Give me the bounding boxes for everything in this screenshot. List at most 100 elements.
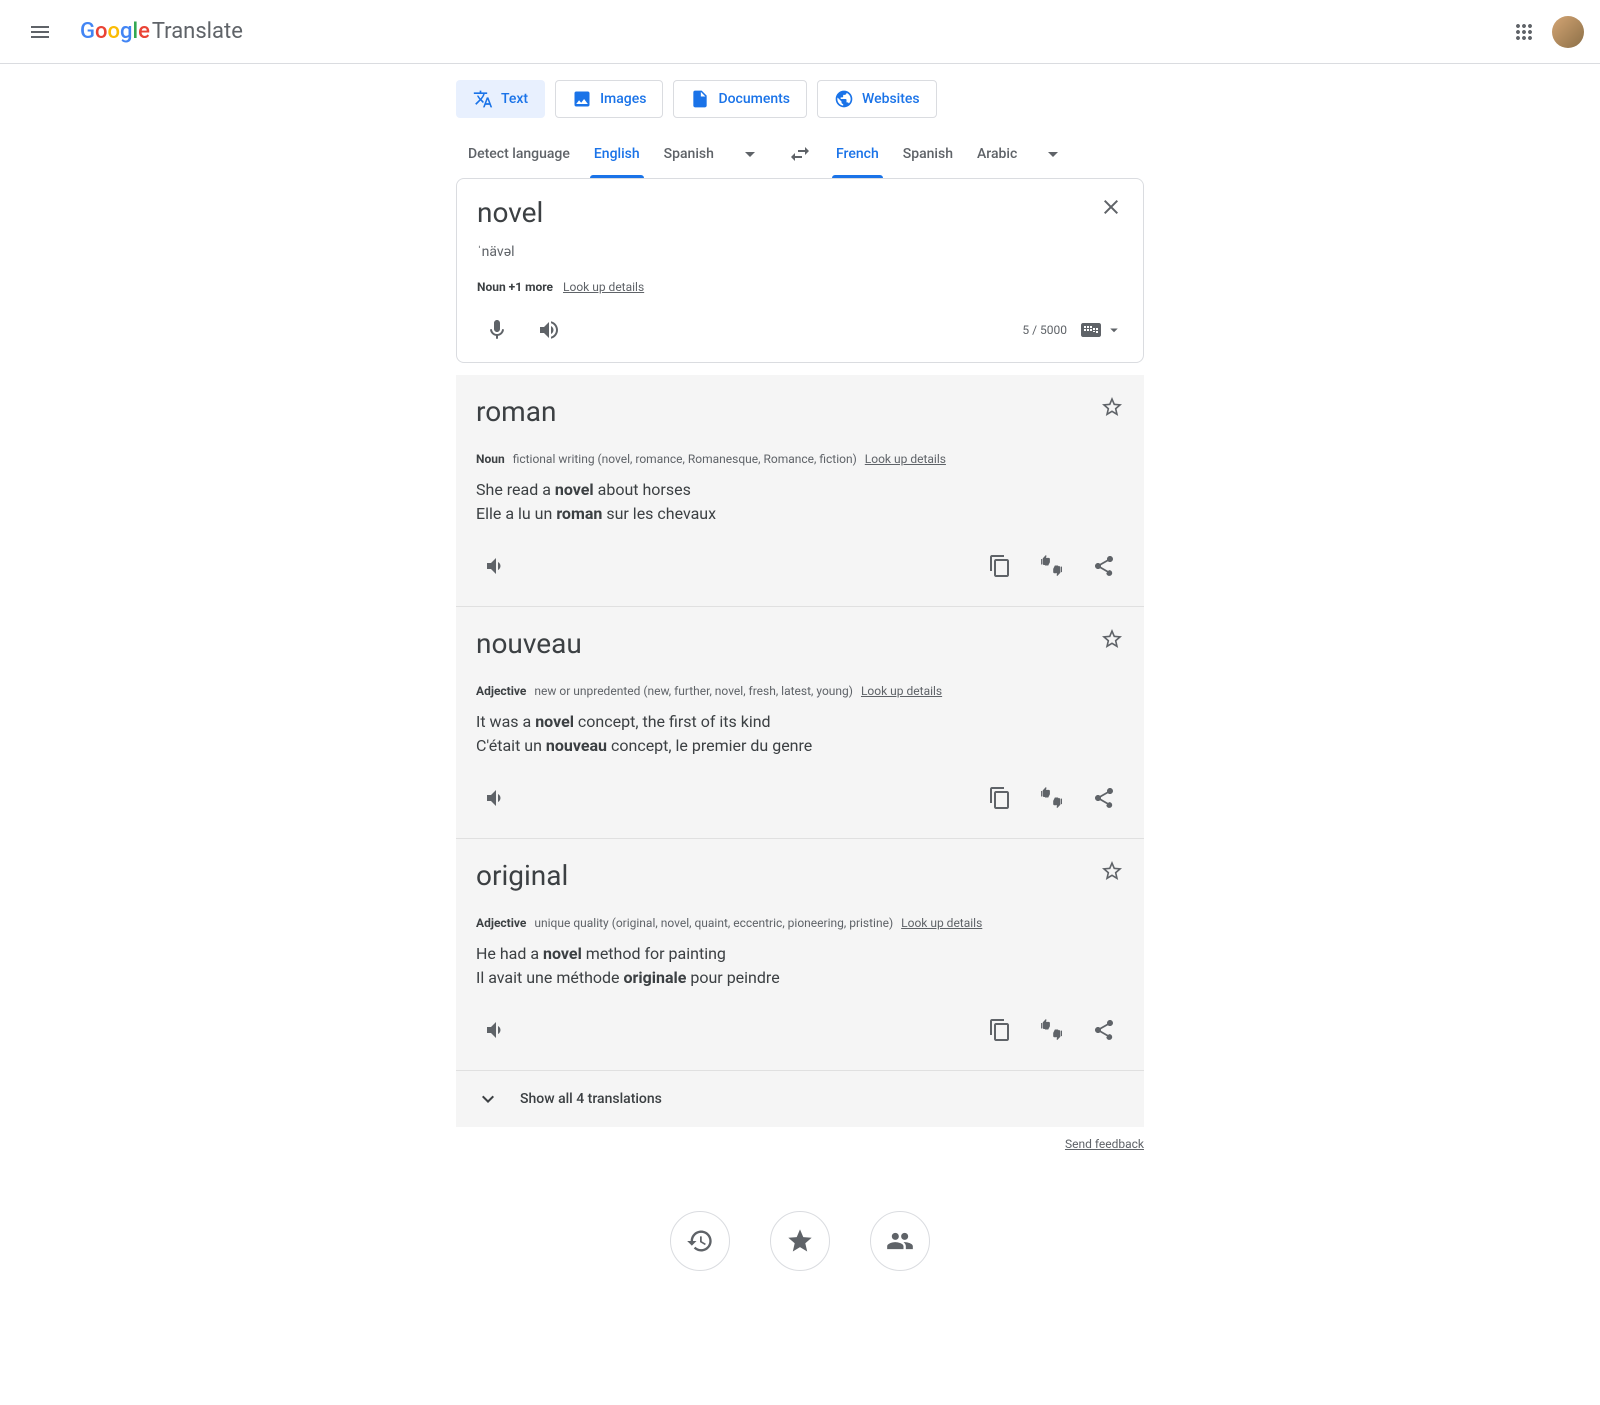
language-selector-row: Detect language English Spanish French S… xyxy=(456,130,1144,178)
target-lang-arabic[interactable]: Arabic xyxy=(965,130,1029,178)
history-icon xyxy=(686,1227,714,1255)
result-desc: new or unpredented (new, further, novel,… xyxy=(534,684,853,698)
clear-input-button[interactable] xyxy=(1099,195,1123,219)
google-apps-button[interactable] xyxy=(1504,12,1544,52)
input-pos-label: Noun +1 more xyxy=(477,280,553,294)
result-pos: Adjective xyxy=(476,684,526,698)
speaker-icon xyxy=(484,1018,508,1042)
header: Google Translate xyxy=(0,0,1600,64)
swap-languages-button[interactable] xyxy=(776,130,824,178)
result-card: roman Noun fictional writing (novel, rom… xyxy=(456,375,1144,607)
rate-translation-button[interactable] xyxy=(1032,1010,1072,1050)
rate-translation-button[interactable] xyxy=(1032,546,1072,586)
star-outline-icon xyxy=(1100,859,1124,883)
translation-word: roman xyxy=(476,395,1124,428)
listen-translation-button[interactable] xyxy=(476,778,516,818)
phonetic-text: ˈnävəl xyxy=(477,243,1123,260)
saved-button[interactable] xyxy=(770,1211,830,1271)
target-lang-dropdown[interactable] xyxy=(1029,130,1077,178)
result-pos: Adjective xyxy=(476,916,526,930)
logo-translate-text: Translate xyxy=(152,19,243,44)
bottom-actions xyxy=(456,1211,1144,1311)
copy-translation-button[interactable] xyxy=(980,546,1020,586)
target-lang-french[interactable]: French xyxy=(824,130,891,178)
input-lookup-link[interactable]: Look up details xyxy=(563,280,644,294)
chevron-down-icon xyxy=(1105,321,1123,339)
user-avatar[interactable] xyxy=(1552,16,1584,48)
share-translation-button[interactable] xyxy=(1084,778,1124,818)
swap-icon xyxy=(788,142,812,166)
keyboard-input-button[interactable] xyxy=(1079,318,1123,342)
translation-word: original xyxy=(476,859,1124,892)
google-translate-logo[interactable]: Google Translate xyxy=(80,19,243,44)
source-lang-dropdown[interactable] xyxy=(726,130,774,178)
save-translation-button[interactable] xyxy=(1100,627,1124,651)
mode-tab-images-label: Images xyxy=(600,91,646,107)
main-menu-button[interactable] xyxy=(16,8,64,56)
image-icon xyxy=(572,89,592,109)
translation-results: roman Noun fictional writing (novel, rom… xyxy=(456,375,1144,1127)
thumbs-icon xyxy=(1040,786,1064,810)
chevron-down-icon xyxy=(476,1087,500,1111)
microphone-icon xyxy=(485,318,509,342)
source-lang-detect[interactable]: Detect language xyxy=(456,130,582,178)
hamburger-icon xyxy=(28,20,52,44)
chevron-down-icon xyxy=(1041,142,1065,166)
contribute-button[interactable] xyxy=(870,1211,930,1271)
copy-icon xyxy=(988,554,1012,578)
copy-icon xyxy=(988,786,1012,810)
mode-tabs: Text Images Documents Websites xyxy=(456,64,1144,130)
rate-translation-button[interactable] xyxy=(1032,778,1072,818)
close-icon xyxy=(1099,195,1123,219)
document-icon xyxy=(690,89,710,109)
thumbs-icon xyxy=(1040,1018,1064,1042)
translate-icon xyxy=(473,89,493,109)
mode-tab-text-label: Text xyxy=(501,91,528,107)
result-card: original Adjective unique quality (origi… xyxy=(456,839,1144,1071)
share-translation-button[interactable] xyxy=(1084,546,1124,586)
character-count: 5 / 5000 xyxy=(1022,323,1067,337)
people-icon xyxy=(886,1227,914,1255)
copy-icon xyxy=(988,1018,1012,1042)
speaker-icon xyxy=(484,554,508,578)
result-lookup-link[interactable]: Look up details xyxy=(861,684,942,698)
send-feedback-link[interactable]: Send feedback xyxy=(1065,1137,1144,1151)
mode-tab-documents[interactable]: Documents xyxy=(673,80,807,118)
copy-translation-button[interactable] xyxy=(980,1010,1020,1050)
translation-word: nouveau xyxy=(476,627,1124,660)
result-lookup-link[interactable]: Look up details xyxy=(865,452,946,466)
microphone-button[interactable] xyxy=(477,310,517,350)
result-lookup-link[interactable]: Look up details xyxy=(901,916,982,930)
result-desc: fictional writing (novel, romance, Roman… xyxy=(513,452,857,466)
mode-tab-websites[interactable]: Websites xyxy=(817,80,937,118)
speaker-icon xyxy=(484,786,508,810)
source-lang-spanish[interactable]: Spanish xyxy=(652,130,726,178)
globe-icon xyxy=(834,89,854,109)
share-icon xyxy=(1092,1018,1116,1042)
history-button[interactable] xyxy=(670,1211,730,1271)
star-outline-icon xyxy=(1100,627,1124,651)
listen-translation-button[interactable] xyxy=(476,1010,516,1050)
mode-tab-text[interactable]: Text xyxy=(456,80,545,118)
source-text-input[interactable]: novel xyxy=(477,195,1123,231)
listen-translation-button[interactable] xyxy=(476,546,516,586)
save-translation-button[interactable] xyxy=(1100,395,1124,419)
show-all-translations-button[interactable]: Show all 4 translations xyxy=(456,1071,1144,1127)
input-card: novel ˈnävəl Noun +1 more Look up detail… xyxy=(456,178,1144,363)
mode-tab-images[interactable]: Images xyxy=(555,80,663,118)
target-lang-spanish[interactable]: Spanish xyxy=(891,130,965,178)
source-lang-english[interactable]: English xyxy=(582,130,652,178)
star-filled-icon xyxy=(786,1227,814,1255)
result-examples: He had a novel method for painting Il av… xyxy=(476,942,1124,990)
show-all-label: Show all 4 translations xyxy=(520,1091,662,1107)
listen-source-button[interactable] xyxy=(529,310,569,350)
save-translation-button[interactable] xyxy=(1100,859,1124,883)
copy-translation-button[interactable] xyxy=(980,778,1020,818)
mode-tab-documents-label: Documents xyxy=(718,91,790,107)
share-icon xyxy=(1092,554,1116,578)
result-examples: She read a novel about horses Elle a lu … xyxy=(476,478,1124,526)
chevron-down-icon xyxy=(738,142,762,166)
thumbs-icon xyxy=(1040,554,1064,578)
result-card: nouveau Adjective new or unpredented (ne… xyxy=(456,607,1144,839)
share-translation-button[interactable] xyxy=(1084,1010,1124,1050)
